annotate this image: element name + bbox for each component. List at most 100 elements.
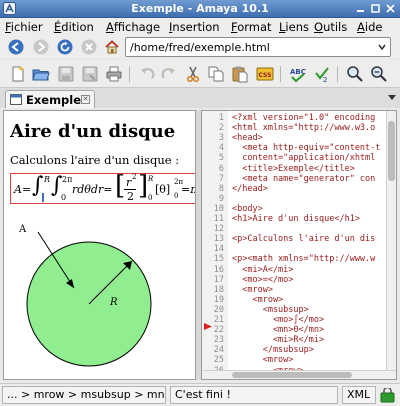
line-number: 8 [218, 183, 224, 194]
source-line[interactable]: <mrow> [232, 295, 283, 305]
formula-result: =πr [181, 183, 195, 196]
menu-edition[interactable]: Édition [54, 20, 94, 34]
source-line[interactable]: <mrow> [232, 285, 273, 295]
source-line[interactable]: <mo>=</mo> [232, 275, 293, 285]
document-mode-badge[interactable]: XML [342, 386, 376, 404]
undo-icon[interactable] [138, 65, 156, 83]
source-line[interactable]: <mi>A</mi> [232, 265, 293, 275]
source-line[interactable]: <meta http-equiv="content-t [232, 143, 380, 153]
window-title: Exemple - Amaya 10.1 [131, 2, 269, 15]
navigation-bar [0, 36, 400, 58]
source-line[interactable]: <h1>Aire d'un disque</h1> [232, 214, 360, 224]
horizontal-scrollbar[interactable] [202, 370, 396, 379]
source-line[interactable]: <mn>0</mn> [232, 325, 324, 335]
document-heading[interactable]: Aire d'un disque [10, 121, 175, 142]
source-line[interactable]: </msubsup> [232, 345, 314, 355]
url-field[interactable] [125, 37, 391, 57]
stop-icon[interactable] [81, 39, 97, 55]
formatted-view[interactable]: Aire d'un disque Calculons l'aire d'un d… [3, 110, 196, 380]
scroll-thumb[interactable] [388, 121, 395, 181]
home-icon[interactable] [104, 39, 120, 55]
toolbar-separator [337, 66, 338, 82]
copy-icon[interactable] [207, 65, 225, 83]
bracket-sup: R [148, 175, 154, 183]
close-tab-icon[interactable]: ✕ [81, 95, 90, 104]
line-number: 6 [218, 163, 224, 174]
menu-outils[interactable]: Outils [314, 20, 347, 34]
save-as-icon[interactable] [81, 65, 99, 83]
redo-icon[interactable] [160, 65, 178, 83]
minimize-icon[interactable] [354, 2, 367, 15]
source-line[interactable]: <mrow> [232, 355, 294, 365]
tab-exemple[interactable]: Exemple ✕ [5, 90, 95, 108]
title-bar: Exemple - Amaya 10.1 [0, 0, 400, 18]
back-icon[interactable] [8, 39, 24, 55]
source-line[interactable]: <title>Exemple</title> [232, 164, 355, 174]
source-line[interactable]: <msubsup> [232, 305, 309, 315]
line-number: 18 [213, 284, 224, 295]
chevron-down-icon[interactable] [377, 42, 387, 52]
document-paragraph[interactable]: Calculons l'aire d'un disque : [10, 153, 179, 167]
source-view[interactable]: 1 2 3 4 5 6 7 8 9 10 11 12 13 14 15 16 17 18 19 20 21 22 23 24 2… [201, 110, 397, 380]
line-number: 21 [213, 315, 224, 325]
source-line[interactable]: <mo>∫</mo> [232, 315, 324, 325]
fraction-denominator: 2 [127, 190, 134, 203]
line-number: 20 [213, 304, 224, 315]
source-line[interactable]: </head> [232, 184, 268, 194]
menu-fichier[interactable]: Fichier [5, 20, 43, 34]
math-formula[interactable]: A= ∫ R ∫ 2π 0 rdθdr= [ r 2 2 ] R 0 [θ] 2… [10, 171, 195, 204]
source-line[interactable]: <p>Calculons l'aire d'un dis [232, 234, 375, 244]
new-document-icon[interactable] [9, 65, 27, 83]
source-line[interactable]: <html xmlns="http://www.w3.o [232, 123, 375, 133]
source-line[interactable]: <meta name="generator" con [232, 174, 375, 184]
disk-diagram[interactable]: A R [4, 211, 196, 380]
math-check-icon[interactable]: 2 [313, 65, 331, 83]
source-line[interactable]: <body> [232, 204, 263, 214]
open-folder-icon[interactable] [32, 65, 50, 83]
menu-liens[interactable]: Liens [279, 20, 309, 34]
line-number: 17 [213, 274, 224, 285]
menu-aide[interactable]: Aide [357, 20, 382, 34]
source-line[interactable]: <head> [232, 133, 263, 143]
amaya-window: Exemple - Amaya 10.1 Fichier Édition Aff… [0, 0, 400, 406]
connection-status-icon [380, 388, 395, 403]
tab-list-chevron-icon[interactable] [388, 95, 396, 100]
menu-insertion[interactable]: Insertion [169, 20, 220, 34]
close-window-icon[interactable] [384, 2, 397, 15]
line-number: 7 [218, 173, 224, 184]
css-icon[interactable]: CSS [256, 65, 274, 83]
zoom-out-icon[interactable] [370, 65, 388, 83]
vertical-scrollbar[interactable] [386, 111, 396, 373]
line-number: 10 [213, 203, 224, 214]
forward-icon[interactable] [33, 39, 49, 55]
source-line[interactable]: <mi>R</mi> [232, 335, 324, 345]
line-number: 3 [218, 133, 224, 144]
line-number: 9 [218, 193, 224, 204]
menu-format[interactable]: Format [231, 20, 272, 34]
svg-text:2: 2 [323, 76, 327, 83]
save-icon[interactable] [57, 65, 75, 83]
line-number: 14 [213, 244, 224, 255]
zoom-in-icon[interactable] [346, 65, 364, 83]
source-line[interactable]: content="application/xhtml [232, 153, 375, 163]
url-input[interactable] [130, 40, 370, 54]
spellcheck-icon[interactable]: ABC [289, 65, 307, 83]
source-line[interactable]: <p><math xmlns="http://www.w [232, 254, 375, 264]
menu-affichage[interactable]: Affichage [106, 20, 160, 34]
paste-icon[interactable] [231, 65, 249, 83]
print-icon[interactable] [105, 65, 123, 83]
line-number: 12 [213, 224, 224, 235]
source-line[interactable]: <?xml version="1.0" encoding [232, 113, 375, 123]
line-number: 1 [218, 113, 224, 123]
element-path[interactable]: ... > mrow > msubsup > mn [2, 386, 166, 404]
line-number: 24 [213, 345, 224, 356]
theta-sub: 0 [174, 192, 179, 200]
edit-toolbar: CSS ABC 2 [0, 60, 400, 88]
bracket-sub: 0 [148, 194, 153, 202]
svg-text:CSS: CSS [259, 72, 272, 79]
cut-icon[interactable] [184, 65, 202, 83]
scroll-thumb[interactable] [232, 372, 352, 378]
maximize-icon[interactable] [369, 2, 382, 15]
theta-bracket: [θ] [155, 183, 171, 196]
reload-icon[interactable] [57, 39, 73, 55]
